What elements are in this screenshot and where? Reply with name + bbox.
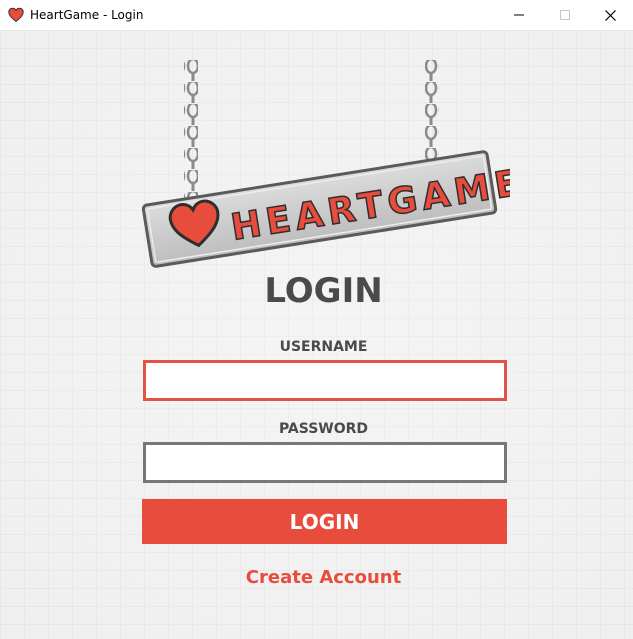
login-button[interactable]: LOGIN — [142, 499, 507, 544]
heartgame-logo-sign: HEARTGAME — [141, 60, 510, 268]
chain-left — [184, 60, 198, 198]
password-label: PASSWORD — [278, 421, 369, 437]
minimize-icon — [514, 14, 524, 16]
page-title: LOGIN — [264, 271, 383, 311]
minimize-button[interactable] — [496, 0, 542, 30]
title-bar: HeartGame - Login — [0, 0, 633, 30]
close-icon — [604, 9, 616, 21]
maximize-icon — [560, 10, 570, 20]
username-input[interactable] — [143, 360, 507, 401]
login-window-content: HEARTGAME LOGIN USERNAME PASSWORD LOGIN … — [0, 30, 633, 639]
username-label: USERNAME — [279, 339, 368, 355]
close-button[interactable] — [587, 0, 633, 30]
create-account-link[interactable]: Create Account — [0, 567, 633, 588]
password-input[interactable] — [143, 442, 507, 483]
heart-icon — [8, 7, 24, 23]
chain-right — [425, 60, 439, 162]
maximize-button[interactable] — [542, 0, 588, 30]
window-title: HeartGame - Login — [30, 8, 144, 22]
